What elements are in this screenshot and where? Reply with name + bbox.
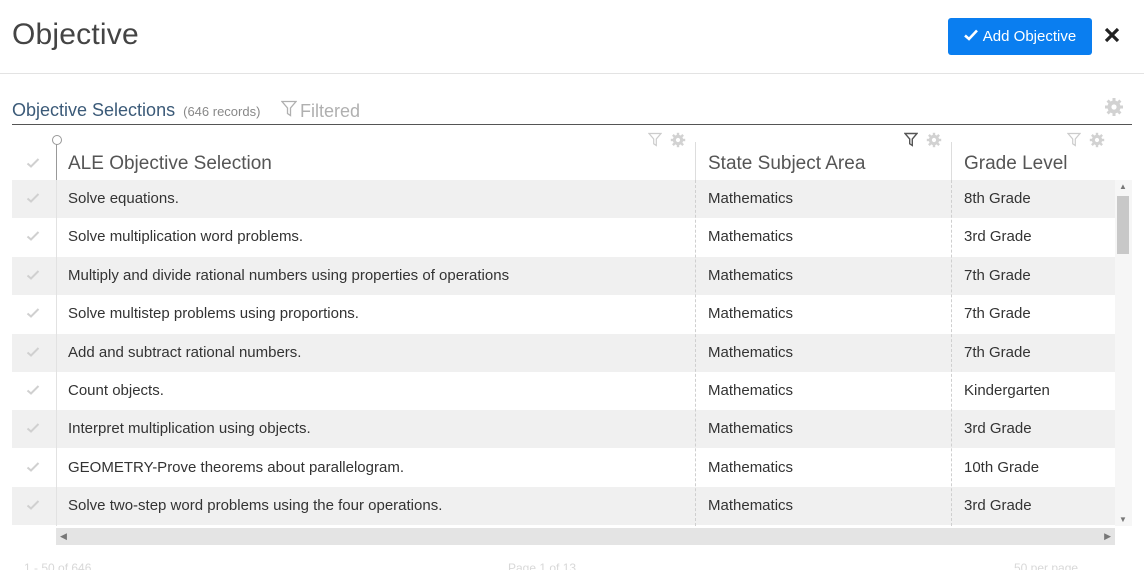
cell-grade: 7th Grade — [964, 343, 1031, 361]
cell-subject: Mathematics — [708, 228, 794, 246]
column-header-objective-label: ALE Objective Selection — [68, 153, 272, 174]
cell-subject: Mathematics — [708, 382, 794, 399]
row-select-checkbox[interactable] — [26, 421, 40, 439]
scroll-right-arrow-icon[interactable]: ▶ — [1104, 531, 1111, 542]
cell-objective: Add and subtract rational numbers. — [68, 343, 302, 361]
select-all-checkbox[interactable] — [26, 156, 40, 174]
section-title-label: Objective Selections — [12, 100, 176, 120]
row-select-checkbox[interactable] — [26, 498, 40, 516]
column-settings-icon[interactable] — [1089, 132, 1105, 153]
modal-header: Objective Add Objective — [0, 0, 1144, 74]
column-header-grade[interactable]: Grade Level — [952, 132, 1115, 180]
column-filter-active-icon[interactable] — [903, 132, 919, 153]
cell-subject: Mathematics — [708, 420, 794, 438]
column-header-grade-label: Grade Level — [964, 153, 1068, 174]
column-divider — [56, 180, 57, 526]
table-row[interactable]: Solve equations. Mathematics 8th Grade — [12, 180, 1115, 218]
row-select-checkbox[interactable] — [26, 191, 40, 209]
cell-objective: GEOMETRY-Prove theorems about parallelog… — [68, 458, 404, 476]
cell-objective: Multiply and divide rational numbers usi… — [68, 266, 510, 284]
cell-objective: Solve equations. — [68, 190, 179, 207]
close-icon[interactable] — [1104, 23, 1120, 49]
table-row[interactable]: Solve multistep problems using proportio… — [12, 295, 1115, 333]
cell-objective: Count objects. — [68, 382, 164, 399]
scrollbar-thumb[interactable] — [1117, 196, 1129, 254]
cell-subject: Mathematics — [708, 343, 794, 361]
add-objective-label: Add Objective — [982, 28, 1077, 45]
cell-subject: Mathematics — [708, 458, 794, 476]
row-select-checkbox[interactable] — [26, 268, 40, 286]
cell-grade: 8th Grade — [964, 190, 1031, 207]
add-objective-button[interactable]: Add Objective — [948, 18, 1092, 55]
table-row[interactable]: Interpret multiplication using objects. M… — [12, 410, 1115, 449]
filtered-label: Filtered — [300, 100, 361, 121]
page-title: Objective — [12, 18, 139, 51]
cell-grade: 3rd Grade — [964, 420, 1032, 438]
row-select-checkbox[interactable] — [26, 345, 40, 363]
cell-objective: Solve two-step word problems using the f… — [68, 497, 443, 515]
column-tools — [903, 132, 942, 153]
funnel-icon — [280, 100, 298, 122]
column-divider — [951, 180, 952, 526]
objective-grid: ALE Objective Selection State Subject Ar… — [12, 132, 1132, 547]
scroll-down-arrow-icon[interactable]: ▼ — [1119, 515, 1127, 524]
cell-subject: Mathematics — [708, 266, 794, 284]
vertical-scrollbar[interactable]: ▲ ▼ — [1115, 180, 1132, 526]
row-select-checkbox[interactable] — [26, 306, 40, 324]
record-count: (646 records) — [183, 104, 261, 119]
column-settings-icon[interactable] — [670, 132, 686, 153]
grid-header: ALE Objective Selection State Subject Ar… — [12, 132, 1115, 181]
cell-objective: Interpret multiplication using objects. — [68, 420, 311, 438]
cell-grade: Kindergarten — [964, 382, 1050, 399]
column-tools — [647, 132, 686, 153]
grid-body: Solve equations. Mathematics 8th Grade Solv… — [12, 180, 1115, 526]
cell-grade: 7th Grade — [964, 266, 1031, 284]
cell-objective: Solve multiplication word problems. — [68, 228, 304, 246]
scroll-up-arrow-icon[interactable]: ▲ — [1119, 182, 1127, 191]
cell-subject: Mathematics — [708, 305, 794, 323]
column-divider — [695, 180, 696, 526]
column-filter-icon[interactable] — [1066, 132, 1082, 153]
table-row[interactable]: Solve two-step word problems using the f… — [12, 487, 1115, 526]
column-settings-icon[interactable] — [926, 132, 942, 153]
column-header-subject[interactable]: State Subject Area — [696, 132, 952, 180]
cell-grade: 3rd Grade — [964, 228, 1032, 246]
table-row[interactable]: Add and subtract rational numbers. Mathem… — [12, 333, 1115, 372]
cell-subject: Mathematics — [708, 190, 794, 207]
column-header-objective[interactable]: ALE Objective Selection — [56, 132, 696, 180]
scroll-left-arrow-icon[interactable]: ◀ — [60, 531, 67, 542]
cell-subject: Mathematics — [708, 497, 794, 515]
cell-grade: 7th Grade — [964, 305, 1031, 323]
section-divider — [12, 124, 1132, 125]
checkmark-icon — [963, 28, 978, 45]
table-row[interactable]: Count objects. Mathematics Kindergarten — [12, 372, 1115, 410]
cell-objective: Solve multistep problems using proportio… — [68, 305, 359, 323]
gear-icon[interactable] — [1104, 97, 1124, 122]
filtered-toggle[interactable]: Filtered — [280, 100, 361, 122]
row-select-checkbox[interactable] — [26, 229, 40, 247]
table-row[interactable]: Multiply and divide rational numbers usi… — [12, 256, 1115, 295]
table-row[interactable]: GEOMETRY-Prove theorems about parallelog… — [12, 449, 1115, 487]
column-filter-icon[interactable] — [647, 132, 663, 153]
horizontal-scrollbar[interactable]: ◀ ▶ — [56, 528, 1115, 545]
column-header-subject-label: State Subject Area — [708, 153, 866, 174]
table-row[interactable]: Solve multiplication word problems. Mathe… — [12, 218, 1115, 256]
cell-grade: 10th Grade — [964, 458, 1040, 476]
row-select-checkbox[interactable] — [26, 383, 40, 401]
section-title: Objective Selections (646 records) — [12, 100, 260, 121]
pager: 1 - 50 of 646 Page 1 of 13 50 per page — [0, 558, 1144, 570]
cell-grade: 3rd Grade — [964, 497, 1032, 515]
column-tools — [1066, 132, 1105, 153]
row-select-checkbox[interactable] — [26, 460, 40, 478]
